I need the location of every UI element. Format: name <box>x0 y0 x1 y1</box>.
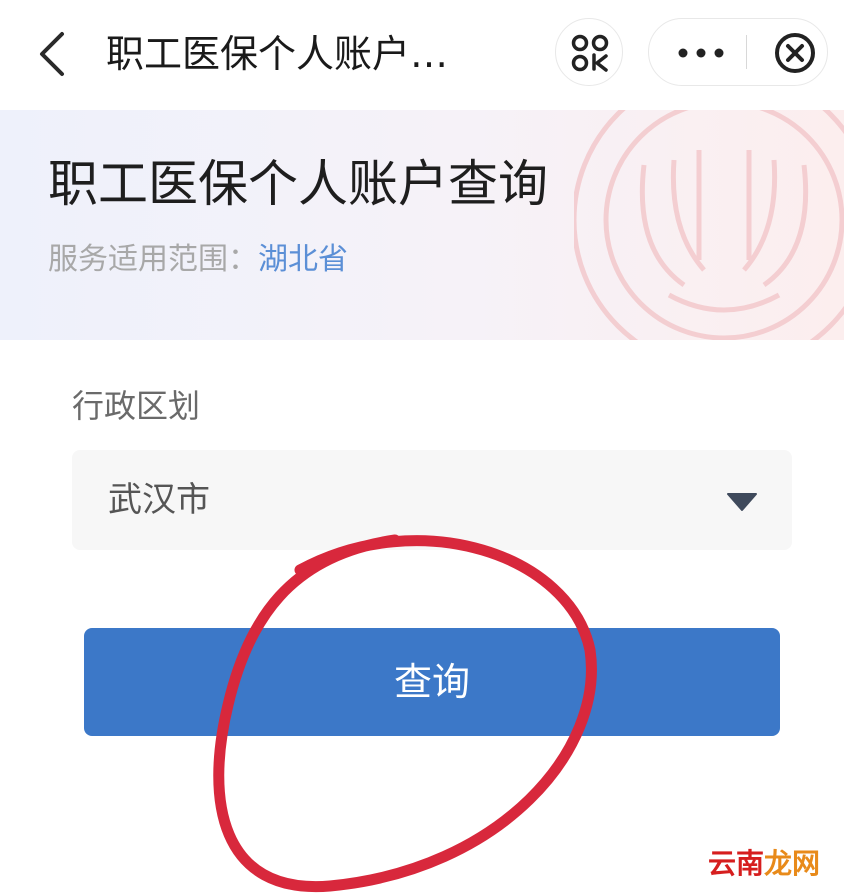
chevron-left-icon <box>40 32 64 76</box>
service-scope-value: 湖北省 <box>258 242 348 277</box>
nav-title: 职工医保个人账户… <box>106 32 449 76</box>
qr-scan-icon <box>571 34 609 72</box>
region-select[interactable]: 武汉市 <box>72 450 792 550</box>
close-circle-icon <box>775 33 815 73</box>
region-select-value: 武汉市 <box>108 480 210 520</box>
page-title: 职工医保个人账户查询 <box>48 155 548 213</box>
close-button[interactable] <box>755 19 827 85</box>
hero-banner: 职工医保个人账户查询 服务适用范围：湖北省 <box>0 110 844 340</box>
watermark-part1: 云南 <box>708 847 765 880</box>
capsule-divider <box>746 35 747 69</box>
query-button-label: 查询 <box>393 660 470 704</box>
emblem-watermark-icon <box>574 110 844 340</box>
watermark-part2: 龙网 <box>764 847 821 880</box>
watermark: 云南龙网 <box>708 846 820 882</box>
region-label: 行政区划 <box>72 387 201 425</box>
query-button[interactable]: 查询 <box>84 628 780 736</box>
scan-button[interactable] <box>555 18 623 86</box>
nav-bar: 职工医保个人账户… <box>0 0 844 110</box>
back-button[interactable] <box>28 26 80 82</box>
more-button[interactable] <box>649 19 745 85</box>
mini-program-capsule <box>648 18 828 86</box>
caret-down-icon <box>727 493 757 511</box>
service-scope: 服务适用范围：湖北省 <box>48 238 348 282</box>
service-scope-label: 服务适用范围： <box>48 242 258 277</box>
more-dots-icon <box>678 48 724 58</box>
